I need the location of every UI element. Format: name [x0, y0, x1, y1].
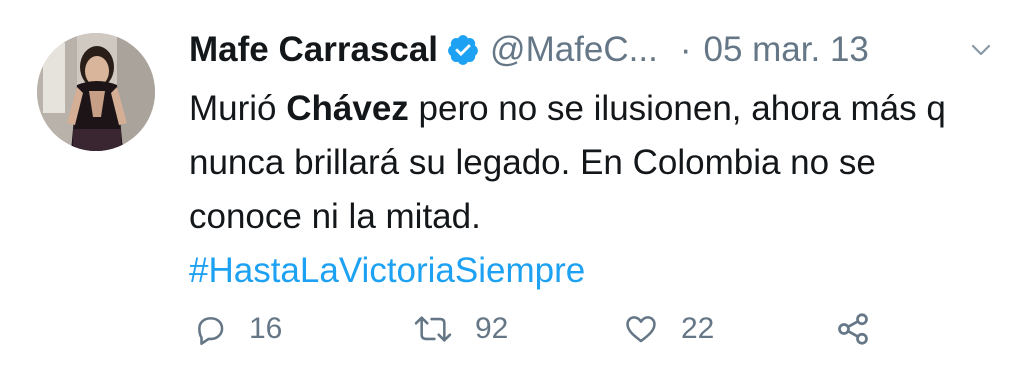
retweet-count: 92: [475, 312, 509, 345]
like-button[interactable]: 22: [623, 304, 714, 354]
handle[interactable]: @MafeC...: [490, 30, 658, 70]
hashtag-link[interactable]: #HastaLaVictoriaSiempre: [189, 244, 989, 298]
display-name[interactable]: Mafe Carrascal: [189, 30, 438, 70]
retweet-button[interactable]: 92: [413, 304, 508, 354]
tweet-text-part1: Murió: [189, 89, 287, 128]
reply-button[interactable]: 16: [193, 304, 282, 354]
avatar-photo: [37, 33, 155, 151]
retweet-icon: [413, 312, 453, 346]
like-count: 22: [681, 312, 715, 345]
share-icon: [835, 311, 871, 347]
timestamp[interactable]: 05 mar. 13: [704, 30, 869, 70]
tweet-actions: 16 92 22: [189, 304, 989, 354]
avatar[interactable]: [37, 33, 155, 151]
reply-count: 16: [249, 312, 283, 345]
reply-icon: [193, 312, 227, 346]
tweet: Mafe Carrascal @MafeC... · 05 mar. 13 Mu…: [189, 22, 991, 346]
tweet-text-bold: Chávez: [286, 89, 409, 128]
tweet-text: Murió Chávez pero no se ilusionen, ahora…: [189, 82, 989, 298]
heart-icon: [623, 312, 659, 346]
chevron-down-icon[interactable]: [969, 38, 993, 62]
tweet-header: Mafe Carrascal @MafeC... · 05 mar. 13: [189, 22, 989, 78]
share-button[interactable]: [835, 304, 871, 354]
separator-dot: ·: [679, 30, 692, 69]
verified-badge-icon: [446, 33, 480, 67]
